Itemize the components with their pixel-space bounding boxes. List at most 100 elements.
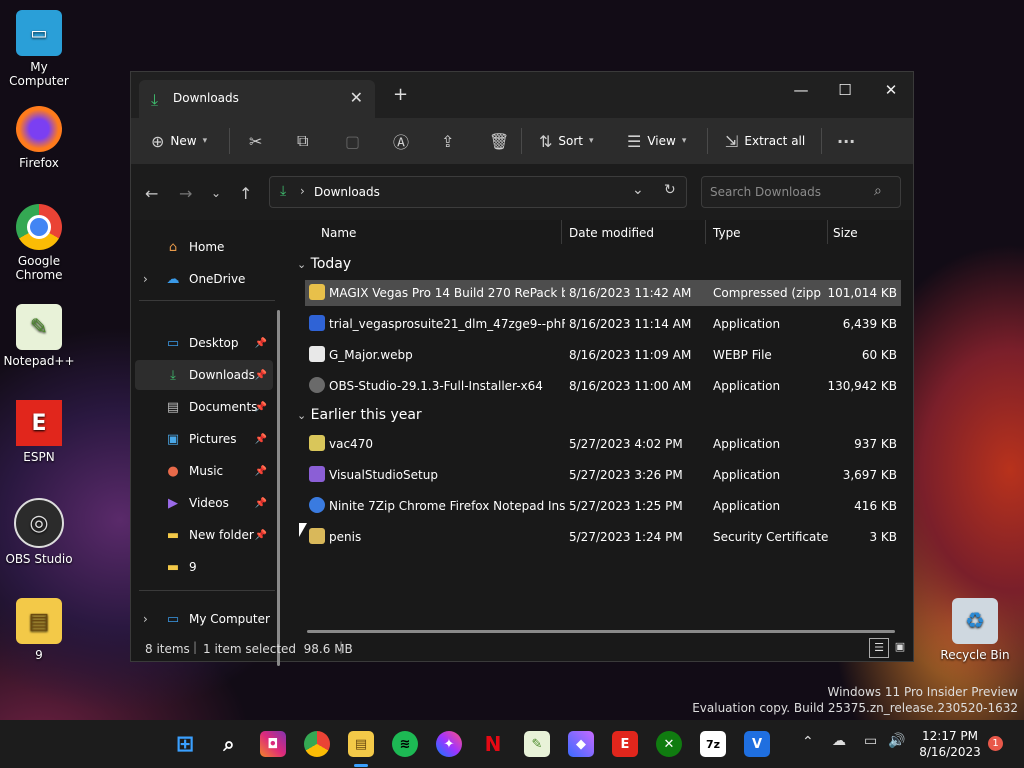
- file-size: 416 KB: [854, 499, 897, 513]
- cut-button[interactable]: ✂: [249, 130, 262, 152]
- volume-icon[interactable]: 🔊: [888, 733, 905, 749]
- pin-icon: 📌: [254, 401, 267, 413]
- view-button[interactable]: ☰ View ▾: [627, 130, 686, 152]
- table-row[interactable]: VisualStudioSetup 5/27/2023 3:26 PM Appl…: [305, 462, 901, 488]
- start-button[interactable]: ⊞: [172, 731, 198, 757]
- sort-button[interactable]: ⇅ Sort ▾: [539, 130, 594, 152]
- more-button[interactable]: ···: [837, 130, 855, 152]
- xbox-icon[interactable]: ✕: [656, 731, 682, 757]
- sidebar-item-music[interactable]: ● Music 📌: [135, 456, 273, 486]
- table-row[interactable]: G_Major.webp 8/16/2023 11:09 AM WEBP Fil…: [305, 342, 901, 368]
- desktop-icon-espn[interactable]: E ESPN: [0, 400, 79, 464]
- espn-icon[interactable]: E: [612, 731, 638, 757]
- copilot-icon[interactable]: ◆: [568, 731, 594, 757]
- recent-dropdown-button[interactable]: ⌄: [211, 186, 221, 200]
- column-header-size[interactable]: Size: [833, 226, 858, 250]
- sidebar-item-onedrive[interactable]: › ☁ OneDrive: [135, 264, 273, 294]
- delete-button[interactable]: 🗑: [489, 130, 509, 152]
- share-button[interactable]: ⇪: [441, 130, 454, 152]
- group-header-earlier[interactable]: ⌄ Earlier this year: [297, 407, 422, 423]
- 7zip-icon[interactable]: 7z: [700, 731, 726, 757]
- column-header-name[interactable]: Name: [321, 226, 356, 250]
- details-view-button[interactable]: ☰: [869, 638, 889, 658]
- espn-icon: E: [16, 400, 62, 446]
- chevron-down-icon[interactable]: ⌄: [632, 182, 644, 198]
- search-button[interactable]: ⌕: [216, 731, 242, 757]
- paste-button[interactable]: ▢: [345, 130, 360, 152]
- spotify-icon[interactable]: ≋: [392, 731, 418, 757]
- desktop-icon-mycomputer[interactable]: ▭ My Computer: [0, 10, 79, 88]
- search-input[interactable]: Search Downloads ⌕: [701, 176, 901, 208]
- table-row[interactable]: trial_vegasprosuite21_dlm_47zge9--phFp..…: [305, 311, 901, 337]
- desktop-icon-chrome[interactable]: Google Chrome: [0, 204, 79, 282]
- maximize-button[interactable]: ☐: [825, 76, 865, 104]
- mouse-cursor: [299, 523, 307, 537]
- chevron-right-icon[interactable]: ›: [143, 272, 148, 286]
- table-row[interactable]: penis 5/27/2023 1:24 PM Security Certifi…: [305, 524, 901, 550]
- sidebar-item-videos[interactable]: ▶ Videos 📌: [135, 488, 273, 518]
- pin-icon: 📌: [254, 369, 267, 381]
- sidebar-item-home[interactable]: ⌂ Home: [135, 232, 273, 262]
- display-icon[interactable]: ▭: [864, 733, 877, 749]
- breadcrumb[interactable]: Downloads: [314, 185, 380, 199]
- close-tab-icon[interactable]: ✕: [350, 88, 363, 107]
- file-explorer-icon[interactable]: ▤: [348, 731, 374, 757]
- notification-badge[interactable]: 1: [988, 736, 1003, 751]
- horizontal-scrollbar[interactable]: [307, 630, 895, 633]
- copy-button[interactable]: ⧉: [297, 130, 308, 152]
- up-button[interactable]: ↑: [239, 184, 252, 203]
- extract-all-button[interactable]: ⇲ Extract all: [725, 130, 805, 152]
- clock-time: 12:17 PM: [922, 729, 978, 743]
- instagram-icon[interactable]: ◘: [260, 731, 286, 757]
- desktop-icon-firefox[interactable]: Firefox: [0, 106, 79, 170]
- back-button[interactable]: ←: [145, 184, 158, 203]
- file-type: WEBP File: [713, 348, 772, 362]
- sidebar-item-documents[interactable]: ▤ Documents 📌: [135, 392, 273, 422]
- column-header-type[interactable]: Type: [713, 226, 741, 250]
- sidebar-item-9[interactable]: ▬ 9: [135, 552, 273, 582]
- command-bar: ⊕ New ▾ ✂ ⧉ ▢ Ⓐ ⇪ 🗑 ⇅ Sort ▾ ☰ View ▾ ⇲ …: [131, 118, 913, 164]
- plus-circle-icon: ⊕: [151, 131, 165, 151]
- sidebar-scrollbar[interactable]: [277, 310, 280, 666]
- group-header-today[interactable]: ⌄ Today: [297, 256, 351, 272]
- table-row[interactable]: MAGIX Vegas Pro 14 Build 270 RePack by .…: [305, 280, 901, 306]
- file-date: 5/27/2023 1:25 PM: [569, 499, 683, 513]
- chevron-right-icon[interactable]: ›: [143, 612, 148, 626]
- minimize-button[interactable]: —: [781, 76, 821, 104]
- desktop-icon-notepadpp[interactable]: ✎ Notepad++: [0, 304, 79, 368]
- desktop-icon-recycle-bin[interactable]: ♻ Recycle Bin: [935, 598, 1015, 662]
- chrome-icon[interactable]: [304, 731, 330, 757]
- new-button[interactable]: ⊕ New ▾: [151, 130, 207, 152]
- address-bar[interactable]: ⤓ › Downloads ⌄ ↻: [269, 176, 687, 208]
- download-icon: ⤓: [170, 367, 176, 383]
- desktop-icon-obs[interactable]: ◎ OBS Studio: [0, 498, 79, 566]
- sidebar-item-mycomputer[interactable]: › ▭ My Computer: [135, 604, 273, 634]
- rename-button[interactable]: Ⓐ: [393, 130, 409, 152]
- table-row[interactable]: OBS-Studio-29.1.3-Full-Installer-x64 8/1…: [305, 373, 901, 399]
- column-header-date[interactable]: Date modified: [569, 226, 654, 250]
- search-icon: ⌕: [874, 183, 882, 199]
- music-icon: ●: [167, 463, 179, 479]
- clock[interactable]: 12:17 PM 8/16/2023: [918, 728, 982, 760]
- file-type: Security Certificate: [713, 530, 829, 544]
- vegas-icon[interactable]: V: [744, 731, 770, 757]
- item-count: 8 items: [145, 642, 190, 656]
- forward-button[interactable]: →: [179, 184, 192, 203]
- table-row[interactable]: Ninite 7Zip Chrome Firefox Notepad Inst.…: [305, 493, 901, 519]
- tab-downloads[interactable]: ⤓ Downloads ✕: [139, 80, 375, 118]
- close-window-button[interactable]: ✕: [871, 76, 911, 104]
- desktop-icon-folder-9[interactable]: ▤ 9: [0, 598, 79, 662]
- sidebar-item-pictures[interactable]: ▣ Pictures 📌: [135, 424, 273, 454]
- sidebar-item-new-folder[interactable]: ▬ New folder 📌: [135, 520, 273, 550]
- notepadpp-icon[interactable]: ✎: [524, 731, 550, 757]
- netflix-icon[interactable]: N: [480, 731, 506, 757]
- sidebar-item-downloads[interactable]: ⤓ Downloads 📌: [135, 360, 273, 390]
- table-row[interactable]: vac470 5/27/2023 4:02 PM Application 937…: [305, 431, 901, 457]
- network-icon[interactable]: ☁: [832, 733, 846, 749]
- tiles-view-button[interactable]: ▣: [891, 638, 909, 656]
- sidebar-item-desktop[interactable]: ▭ Desktop 📌: [135, 328, 273, 358]
- refresh-icon[interactable]: ↻: [664, 182, 676, 198]
- new-tab-button[interactable]: +: [393, 84, 408, 105]
- messenger-icon[interactable]: ✦: [436, 731, 462, 757]
- show-hidden-icons-button[interactable]: ⌃: [802, 734, 814, 750]
